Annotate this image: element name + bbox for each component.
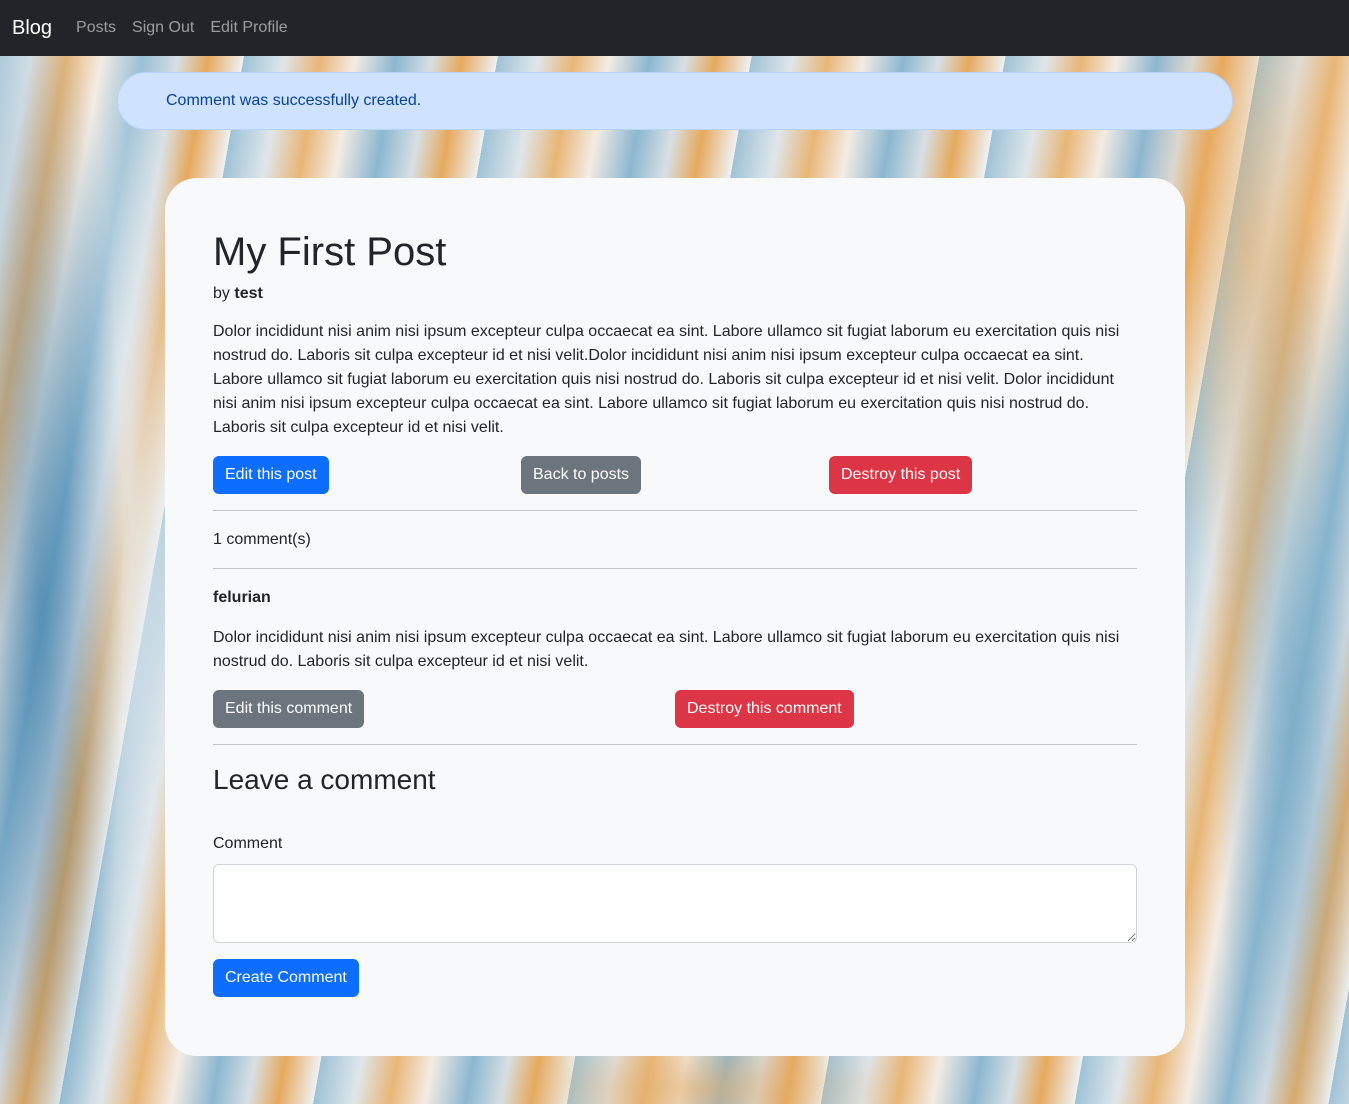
- comment-item: felurian Dolor incididunt nisi anim nisi…: [213, 586, 1137, 728]
- divider: [213, 510, 1137, 511]
- navbar: Blog Posts Sign Out Edit Profile: [0, 0, 1349, 56]
- success-alert: Comment was successfully created.: [117, 72, 1233, 130]
- destroy-post-button[interactable]: Destroy this post: [829, 456, 973, 494]
- destroy-comment-button[interactable]: Destroy this comment: [675, 690, 854, 728]
- divider: [213, 744, 1137, 745]
- nav-link-posts[interactable]: Posts: [76, 19, 116, 37]
- post-body: Dolor incididunt nisi anim nisi ipsum ex…: [213, 323, 1120, 436]
- post-author: test: [234, 285, 263, 302]
- post-card: My First Post by test Dolor incididunt n…: [165, 178, 1185, 1056]
- comment-count: 1 comment(s): [213, 531, 311, 548]
- edit-comment-button[interactable]: Edit this comment: [213, 690, 365, 728]
- comment-author: felurian: [213, 589, 271, 606]
- post-title: My First Post: [213, 230, 447, 274]
- comment-form-heading: Leave a comment: [213, 764, 436, 795]
- brand-link[interactable]: Blog: [12, 17, 52, 40]
- nav-link-edit-profile[interactable]: Edit Profile: [210, 19, 287, 37]
- post-actions: Edit this post Back to posts Destroy thi…: [213, 456, 1137, 494]
- byline-prefix: by: [213, 285, 230, 302]
- edit-post-button[interactable]: Edit this post: [213, 456, 329, 494]
- comment-field-label: Comment: [213, 835, 283, 852]
- post-byline: by test: [213, 282, 1137, 306]
- comment-actions: Edit this comment Destroy this comment: [213, 690, 1137, 728]
- divider: [213, 568, 1137, 569]
- nav-link-sign-out[interactable]: Sign Out: [132, 19, 194, 37]
- comment-textarea[interactable]: [213, 864, 1137, 943]
- comment-body: Dolor incididunt nisi anim nisi ipsum ex…: [213, 629, 1120, 670]
- create-comment-button[interactable]: Create Comment: [213, 959, 359, 997]
- back-to-posts-button[interactable]: Back to posts: [521, 456, 642, 494]
- alert-message: Comment was successfully created.: [166, 92, 422, 109]
